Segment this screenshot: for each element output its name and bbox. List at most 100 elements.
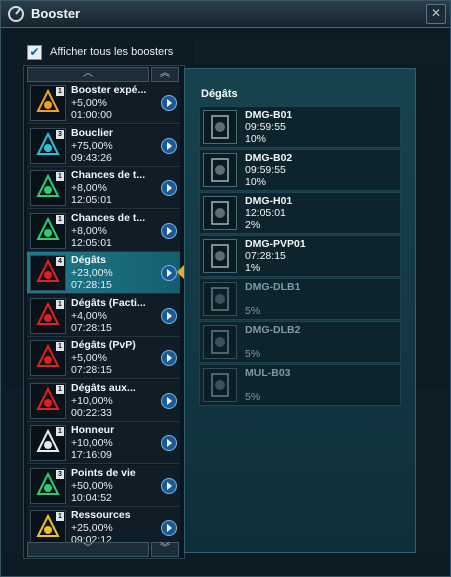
booster-list-item[interactable]: 1 Dégâts (PvP) +5,00% 07:28:15: [27, 337, 180, 379]
booster-list-item[interactable]: 1 Honneur +10,00% 17:16:09: [27, 422, 180, 464]
faction-damage-booster-icon: 1: [30, 297, 66, 334]
booster-percent: +23,00%: [71, 267, 113, 279]
detail-percent: 5%: [245, 391, 261, 403]
booster-level-badge: 3: [56, 469, 64, 479]
detail-timer: 07:28:15: [245, 250, 286, 262]
booster-list-item[interactable]: 1 Booster expé... +5,00% 01:00:00: [27, 82, 180, 124]
detail-timer: 09:59:55: [245, 121, 286, 133]
hitpoints-booster-icon: 3: [30, 467, 66, 504]
booster-name: Dégâts aux...: [71, 381, 136, 394]
booster-percent: +25,00%: [71, 522, 113, 534]
play-icon[interactable]: [161, 520, 177, 536]
booster-level-badge: 1: [56, 172, 64, 181]
close-button[interactable]: ✕: [426, 4, 446, 24]
booster-name: Points de vie: [71, 466, 136, 479]
booster-timer: 01:00:00: [71, 109, 112, 121]
booster-list-item[interactable]: 1 Dégâts aux... +10,00% 00:22:33: [27, 379, 180, 422]
pvp-damage-booster-icon: 1: [30, 340, 66, 376]
booster-timer: 07:28:15: [71, 321, 112, 334]
play-icon[interactable]: [161, 435, 177, 451]
play-icon[interactable]: [161, 265, 177, 281]
booster-detail-item: DMG-B01 09:59:55 10%: [199, 106, 401, 148]
show-all-checkbox[interactable]: ✔: [27, 44, 42, 60]
experience-booster-icon: 1: [30, 85, 66, 121]
booster-timer: 07:28:15: [71, 279, 112, 291]
title-bar[interactable]: Booster ✕: [1, 1, 450, 28]
play-icon[interactable]: [161, 222, 177, 239]
detail-name: DMG-B01: [245, 109, 293, 121]
booster-level-badge: 1: [56, 214, 64, 224]
scroll-up-button[interactable]: ︿: [27, 67, 149, 82]
chevron-up-icon: ︿: [83, 68, 93, 79]
booster-level-badge: 1: [56, 427, 64, 436]
detail-percent: 10%: [245, 133, 267, 145]
play-icon[interactable]: [161, 180, 177, 196]
booster-list-item[interactable]: 4 Dégâts +23,00% 07:28:15: [27, 252, 180, 294]
detail-name: DMG-B02: [245, 152, 293, 164]
damage-booster-icon: 4: [30, 255, 66, 291]
detail-name: DMG-PVP01: [245, 238, 306, 250]
booster-list-item[interactable]: 3 Points de vie +50,00% 10:04:52: [27, 464, 180, 507]
scroll-top-button[interactable]: ︽: [151, 67, 179, 82]
shield-booster-icon: 3: [30, 127, 66, 164]
booster-name: Chances de t...: [71, 211, 146, 224]
details-title: Dégâts: [201, 88, 238, 100]
booster-percent: +10,00%: [71, 437, 113, 449]
booster-list-item[interactable]: 3 Bouclier +75,00% 09:43:26: [27, 124, 180, 167]
booster-window-icon: [8, 6, 24, 22]
play-icon[interactable]: [161, 137, 177, 154]
booster-level-badge: 3: [56, 129, 64, 139]
booster-name: Bouclier: [71, 126, 114, 139]
booster-list: ︿ ︽ 1 Booster expé... +5,00% 01:00:00 3 Boucl…: [23, 65, 185, 559]
booster-card-icon: [203, 196, 237, 230]
play-icon[interactable]: [161, 477, 177, 494]
booster-percent: +8,00%: [71, 182, 107, 194]
damage-aux-booster-icon: 1: [30, 382, 66, 419]
booster-card-icon: [203, 153, 237, 187]
booster-name: Honneur: [71, 424, 115, 436]
play-icon[interactable]: [161, 392, 177, 409]
booster-card-icon: [203, 239, 237, 273]
booster-timer: 00:22:33: [71, 406, 112, 419]
scroll-down-button[interactable]: ﹀: [27, 542, 149, 557]
booster-list-item[interactable]: 1 Dégâts (Facti... +4,00% 07:28:15: [27, 294, 180, 337]
detail-percent: 5%: [245, 348, 261, 360]
booster-list-item[interactable]: 1 Chances de t... +8,00% 12:05:01: [27, 167, 180, 209]
double-chevron-down-icon: ︾: [160, 543, 170, 554]
booster-percent: +8,00%: [71, 224, 107, 237]
booster-detail-item: DMG-DLB1 5%: [199, 278, 401, 320]
detail-percent: 1%: [245, 262, 261, 274]
detail-timer: 09:59:55: [245, 164, 286, 176]
booster-level-badge: 1: [56, 342, 64, 351]
booster-level-badge: 4: [56, 257, 64, 266]
play-icon[interactable]: [161, 350, 177, 366]
selection-arrow-icon: [177, 265, 184, 279]
booster-name: Dégâts: [71, 254, 107, 266]
detail-name: MUL-B03: [245, 367, 291, 379]
close-icon: ✕: [430, 6, 442, 20]
hit-chance-booster-icon: 1: [30, 212, 66, 249]
scroll-bottom-button[interactable]: ︾: [151, 542, 179, 557]
play-icon[interactable]: [161, 95, 177, 111]
booster-detail-item: DMG-B02 09:59:55 10%: [199, 149, 401, 191]
booster-detail-item: MUL-B03 5%: [199, 364, 401, 406]
play-icon[interactable]: [161, 307, 177, 324]
booster-name: Chances de t...: [71, 169, 146, 181]
booster-name: Ressources: [71, 509, 131, 521]
booster-card-icon: [203, 325, 237, 359]
show-all-label: Afficher tous les boosters: [50, 46, 174, 58]
booster-percent: +5,00%: [71, 352, 107, 364]
booster-timer: 07:28:15: [71, 364, 112, 376]
window-title: Booster: [31, 6, 81, 21]
booster-detail-item: DMG-PVP01 07:28:15 1%: [199, 235, 401, 277]
booster-name: Dégâts (Facti...: [71, 296, 146, 309]
booster-list-item[interactable]: 1 Chances de t... +8,00% 12:05:01: [27, 209, 180, 252]
booster-timer: 12:05:01: [71, 236, 112, 249]
booster-timer: 09:43:26: [71, 151, 112, 164]
show-all-toggle[interactable]: ✔ Afficher tous les boosters: [27, 44, 173, 60]
resources-booster-icon: 1: [30, 510, 66, 546]
booster-name: Dégâts (PvP): [71, 339, 136, 351]
hit-chance-booster-icon: 1: [30, 170, 66, 206]
booster-level-badge: 1: [56, 87, 64, 96]
booster-timer: 12:05:01: [71, 194, 112, 206]
